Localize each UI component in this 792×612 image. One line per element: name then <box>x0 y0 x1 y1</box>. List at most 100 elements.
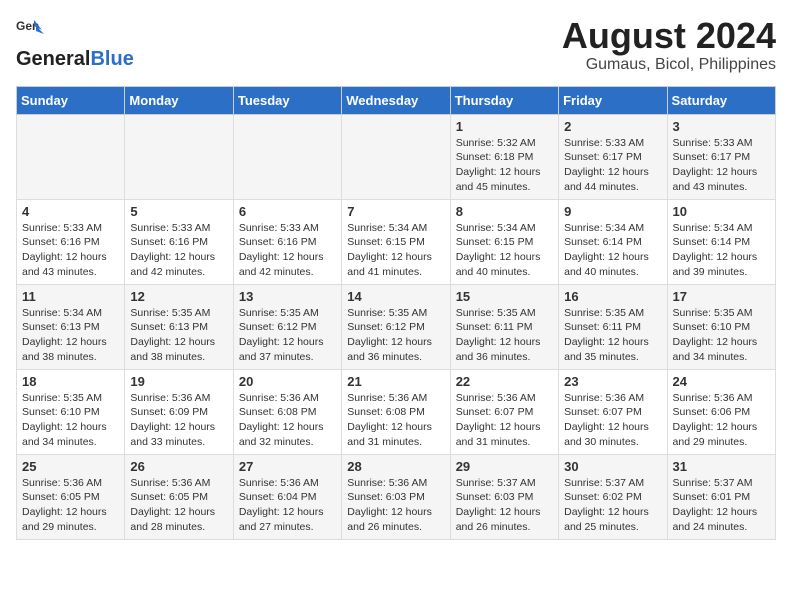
day-cell: 28Sunrise: 5:36 AM Sunset: 6:03 PM Dayli… <box>342 454 450 539</box>
day-cell: 14 Sunrise: 5:35 AM Sunset: 6:12 PM Dayli… <box>342 284 450 369</box>
day-info: Sunrise: 5:37 AM Sunset: 6:02 PM Dayligh… <box>564 476 661 535</box>
day-number: 14 <box>347 289 444 304</box>
day-info: Sunrise: 5:36 AM Sunset: 6:07 PM Dayligh… <box>564 391 661 450</box>
day-cell: 3 Sunrise: 5:33 AM Sunset: 6:17 PM Daylig… <box>667 114 775 199</box>
day-cell: 19 Sunrise: 5:36 AM Sunset: 6:09 PM Dayli… <box>125 369 233 454</box>
day-cell: 24 Sunrise: 5:36 AM Sunset: 6:06 PM Dayli… <box>667 369 775 454</box>
week-row-4: 18 Sunrise: 5:35 AM Sunset: 6:10 PM Dayli… <box>17 369 776 454</box>
day-number: 19 <box>130 374 227 389</box>
day-number: 25 <box>22 459 119 474</box>
day-number: 15 <box>456 289 553 304</box>
day-info: Sunrise: 5:35 AM Sunset: 6:11 PM Dayligh… <box>564 306 661 365</box>
day-number: 29 <box>456 459 553 474</box>
day-cell: 30 Sunrise: 5:37 AM Sunset: 6:02 PM Dayli… <box>559 454 667 539</box>
day-info: Sunrise: 5:35 AM Sunset: 6:13 PM Dayligh… <box>130 306 227 365</box>
day-number: 18 <box>22 374 119 389</box>
day-cell <box>125 114 233 199</box>
logo: Gen GeneralBlue <box>16 16 134 71</box>
day-number: 5 <box>130 204 227 219</box>
day-cell: 1Sunrise: 5:32 AM Sunset: 6:18 PM Daylig… <box>450 114 558 199</box>
day-number: 27 <box>239 459 336 474</box>
day-number: 12 <box>130 289 227 304</box>
day-info: Sunrise: 5:34 AM Sunset: 6:15 PM Dayligh… <box>456 221 553 280</box>
day-number: 17 <box>673 289 770 304</box>
day-number: 7 <box>347 204 444 219</box>
day-number: 30 <box>564 459 661 474</box>
col-header-friday: Friday <box>559 86 667 114</box>
day-number: 21 <box>347 374 444 389</box>
week-row-3: 11 Sunrise: 5:34 AM Sunset: 6:13 PM Dayli… <box>17 284 776 369</box>
day-cell: 17Sunrise: 5:35 AM Sunset: 6:10 PM Dayli… <box>667 284 775 369</box>
location-title: Gumaus, Bicol, Philippines <box>562 56 776 74</box>
week-row-5: 25 Sunrise: 5:36 AM Sunset: 6:05 PM Dayli… <box>17 454 776 539</box>
day-info: Sunrise: 5:32 AM Sunset: 6:18 PM Dayligh… <box>456 136 553 195</box>
day-info: Sunrise: 5:36 AM Sunset: 6:07 PM Dayligh… <box>456 391 553 450</box>
day-number: 22 <box>456 374 553 389</box>
day-info: Sunrise: 5:36 AM Sunset: 6:04 PM Dayligh… <box>239 476 336 535</box>
day-info: Sunrise: 5:36 AM Sunset: 6:05 PM Dayligh… <box>22 476 119 535</box>
day-info: Sunrise: 5:33 AM Sunset: 6:17 PM Dayligh… <box>673 136 770 195</box>
day-cell: 10 Sunrise: 5:34 AM Sunset: 6:14 PM Dayli… <box>667 199 775 284</box>
day-info: Sunrise: 5:34 AM Sunset: 6:14 PM Dayligh… <box>673 221 770 280</box>
day-number: 26 <box>130 459 227 474</box>
day-cell: 12 Sunrise: 5:35 AM Sunset: 6:13 PM Dayli… <box>125 284 233 369</box>
logo-blue-text: Blue <box>90 48 133 70</box>
day-info: Sunrise: 5:36 AM Sunset: 6:03 PM Dayligh… <box>347 476 444 535</box>
day-info: Sunrise: 5:35 AM Sunset: 6:12 PM Dayligh… <box>347 306 444 365</box>
day-info: Sunrise: 5:36 AM Sunset: 6:09 PM Dayligh… <box>130 391 227 450</box>
month-title: August 2024 <box>562 16 776 56</box>
week-row-2: 4 Sunrise: 5:33 AM Sunset: 6:16 PM Daylig… <box>17 199 776 284</box>
day-info: Sunrise: 5:35 AM Sunset: 6:11 PM Dayligh… <box>456 306 553 365</box>
day-number: 9 <box>564 204 661 219</box>
day-cell: 16 Sunrise: 5:35 AM Sunset: 6:11 PM Dayli… <box>559 284 667 369</box>
logo-general-text: General <box>16 48 90 70</box>
day-number: 4 <box>22 204 119 219</box>
day-info: Sunrise: 5:33 AM Sunset: 6:17 PM Dayligh… <box>564 136 661 195</box>
day-info: Sunrise: 5:36 AM Sunset: 6:05 PM Dayligh… <box>130 476 227 535</box>
day-cell <box>17 114 125 199</box>
day-number: 10 <box>673 204 770 219</box>
day-cell <box>342 114 450 199</box>
day-cell: 13Sunrise: 5:35 AM Sunset: 6:12 PM Dayli… <box>233 284 341 369</box>
day-info: Sunrise: 5:33 AM Sunset: 6:16 PM Dayligh… <box>130 221 227 280</box>
day-cell: 11 Sunrise: 5:34 AM Sunset: 6:13 PM Dayli… <box>17 284 125 369</box>
day-number: 23 <box>564 374 661 389</box>
day-cell: 2Sunrise: 5:33 AM Sunset: 6:17 PM Daylig… <box>559 114 667 199</box>
day-info: Sunrise: 5:36 AM Sunset: 6:06 PM Dayligh… <box>673 391 770 450</box>
col-header-wednesday: Wednesday <box>342 86 450 114</box>
day-cell: 22 Sunrise: 5:36 AM Sunset: 6:07 PM Dayli… <box>450 369 558 454</box>
day-number: 16 <box>564 289 661 304</box>
day-number: 6 <box>239 204 336 219</box>
day-cell: 6 Sunrise: 5:33 AM Sunset: 6:16 PM Daylig… <box>233 199 341 284</box>
day-info: Sunrise: 5:34 AM Sunset: 6:13 PM Dayligh… <box>22 306 119 365</box>
day-cell: 21 Sunrise: 5:36 AM Sunset: 6:08 PM Dayli… <box>342 369 450 454</box>
day-number: 8 <box>456 204 553 219</box>
col-header-thursday: Thursday <box>450 86 558 114</box>
day-info: Sunrise: 5:33 AM Sunset: 6:16 PM Dayligh… <box>22 221 119 280</box>
col-header-saturday: Saturday <box>667 86 775 114</box>
day-cell: 20 Sunrise: 5:36 AM Sunset: 6:08 PM Dayli… <box>233 369 341 454</box>
col-header-tuesday: Tuesday <box>233 86 341 114</box>
day-cell: 23 Sunrise: 5:36 AM Sunset: 6:07 PM Dayli… <box>559 369 667 454</box>
day-number: 11 <box>22 289 119 304</box>
day-info: Sunrise: 5:36 AM Sunset: 6:08 PM Dayligh… <box>239 391 336 450</box>
day-number: 3 <box>673 119 770 134</box>
day-number: 24 <box>673 374 770 389</box>
day-cell: 31 Sunrise: 5:37 AM Sunset: 6:01 PM Dayli… <box>667 454 775 539</box>
day-info: Sunrise: 5:34 AM Sunset: 6:14 PM Dayligh… <box>564 221 661 280</box>
day-info: Sunrise: 5:35 AM Sunset: 6:10 PM Dayligh… <box>22 391 119 450</box>
day-number: 31 <box>673 459 770 474</box>
calendar-header-row: SundayMondayTuesdayWednesdayThursdayFrid… <box>17 86 776 114</box>
col-header-monday: Monday <box>125 86 233 114</box>
day-info: Sunrise: 5:33 AM Sunset: 6:16 PM Dayligh… <box>239 221 336 280</box>
day-info: Sunrise: 5:36 AM Sunset: 6:08 PM Dayligh… <box>347 391 444 450</box>
day-cell <box>233 114 341 199</box>
day-cell: 18 Sunrise: 5:35 AM Sunset: 6:10 PM Dayli… <box>17 369 125 454</box>
day-cell: 26 Sunrise: 5:36 AM Sunset: 6:05 PM Dayli… <box>125 454 233 539</box>
header: Gen GeneralBlue August 2024 Gumaus, Bico… <box>16 16 776 74</box>
day-number: 20 <box>239 374 336 389</box>
day-info: Sunrise: 5:34 AM Sunset: 6:15 PM Dayligh… <box>347 221 444 280</box>
day-cell: 4 Sunrise: 5:33 AM Sunset: 6:16 PM Daylig… <box>17 199 125 284</box>
day-info: Sunrise: 5:37 AM Sunset: 6:01 PM Dayligh… <box>673 476 770 535</box>
day-info: Sunrise: 5:35 AM Sunset: 6:12 PM Dayligh… <box>239 306 336 365</box>
